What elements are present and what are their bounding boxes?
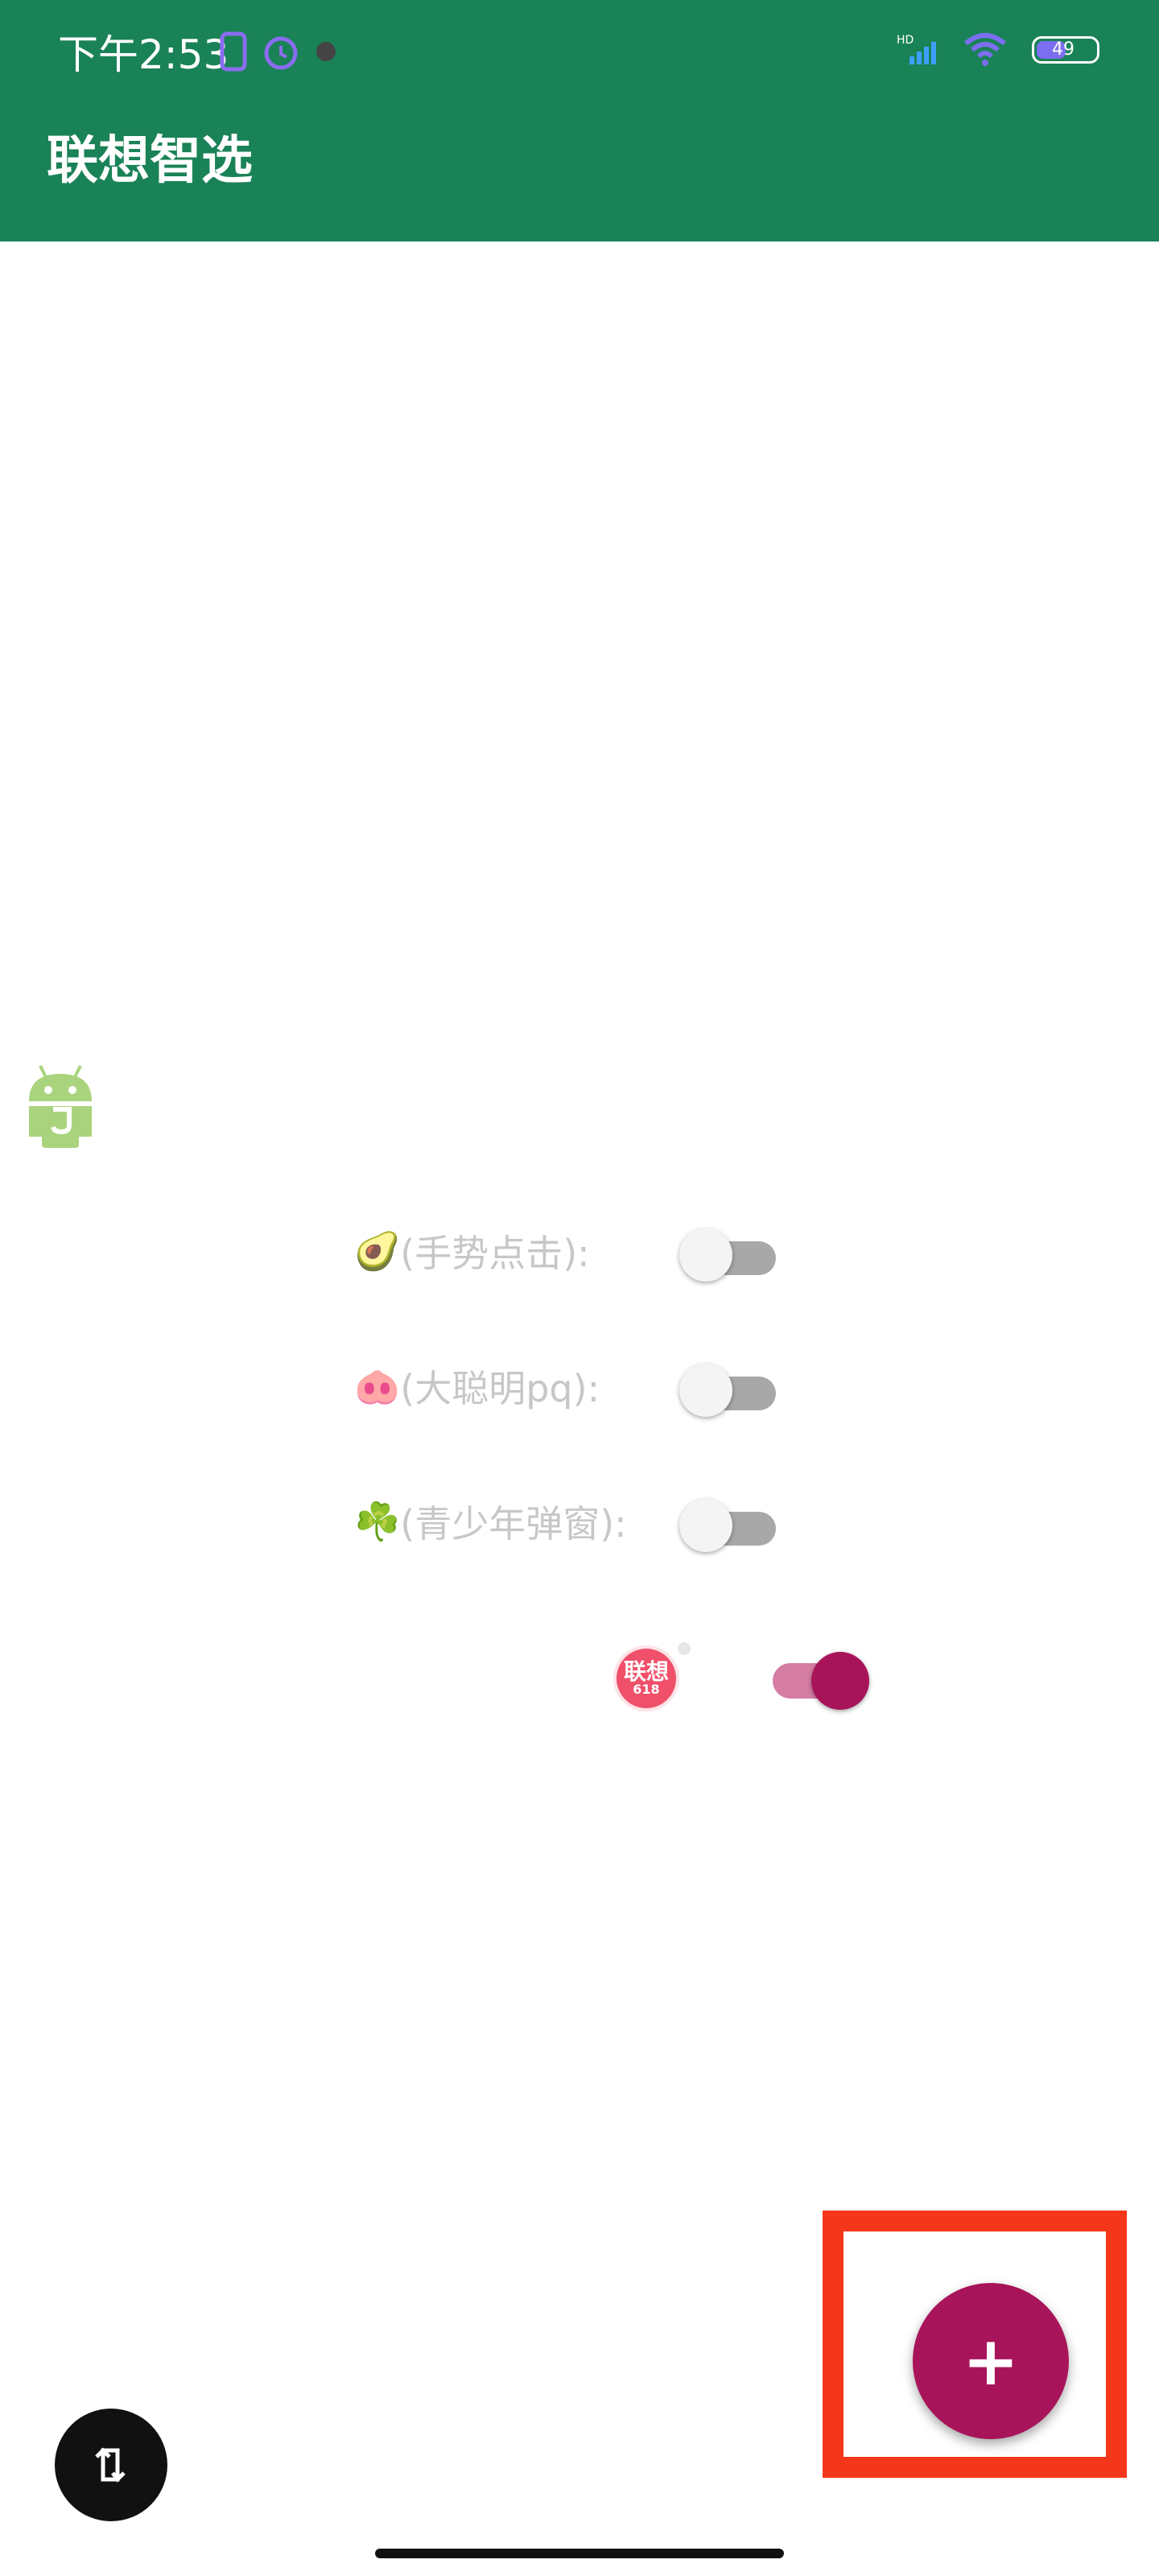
option-label: (青少年弹窗): <box>400 1502 627 1546</box>
toggle-target-app[interactable] <box>773 1652 877 1710</box>
switch-fab-button[interactable] <box>55 2409 167 2521</box>
toggle-thumb <box>679 1499 732 1552</box>
home-indicator[interactable] <box>375 2549 784 2558</box>
page-title: 联想智选 <box>47 131 253 191</box>
option-row-gesture-click: 🥑 (手势点击): <box>354 1211 590 1291</box>
status-notification-icons <box>217 31 340 72</box>
network-type: HD <box>897 34 914 47</box>
wifi-icon <box>964 33 1006 66</box>
toggle-gesture-click[interactable] <box>679 1228 776 1282</box>
app-badge-text: 联想 <box>623 1658 669 1685</box>
vibrate-icon <box>220 31 247 72</box>
app-notification-icon <box>316 42 336 61</box>
avocado-icon: 🥑 <box>354 1228 401 1273</box>
status-system-icons: HD 49 <box>897 32 1099 68</box>
option-row-smart-pq: 🐽 (大聪明pq): <box>354 1346 600 1426</box>
toggle-thumb <box>679 1364 732 1417</box>
app-badge-subtext: 618 <box>633 1682 660 1697</box>
toggle-teen-popup[interactable] <box>679 1499 776 1552</box>
alarm-icon <box>264 36 298 70</box>
pig-nose-icon: 🐽 <box>354 1364 401 1408</box>
notification-dot <box>678 1642 691 1655</box>
clover-icon: ☘️ <box>354 1499 401 1543</box>
android-logo-icon <box>29 1065 92 1148</box>
toggle-thumb <box>679 1228 732 1282</box>
swap-icon <box>95 2447 126 2483</box>
plus-icon: + <box>962 2322 1020 2401</box>
battery-indicator: 49 <box>1032 36 1099 64</box>
option-row-teen-popup: ☘️ (青少年弹窗): <box>354 1481 627 1562</box>
battery-level: 49 <box>1052 39 1074 60</box>
option-label: (大聪明pq): <box>400 1367 600 1410</box>
cellular-signal-icon: HD <box>897 34 936 64</box>
toggle-thumb <box>811 1652 869 1710</box>
status-time: 下午2:53 <box>58 31 229 78</box>
app-bar: 下午2:53 HD 49 联想智选 <box>0 0 1159 242</box>
lenovo-app-icon: 联想 618 <box>617 1649 676 1708</box>
toggle-smart-pq[interactable] <box>679 1364 776 1417</box>
add-fab-button[interactable]: + <box>913 2283 1069 2439</box>
option-label: (手势点击): <box>400 1232 590 1275</box>
